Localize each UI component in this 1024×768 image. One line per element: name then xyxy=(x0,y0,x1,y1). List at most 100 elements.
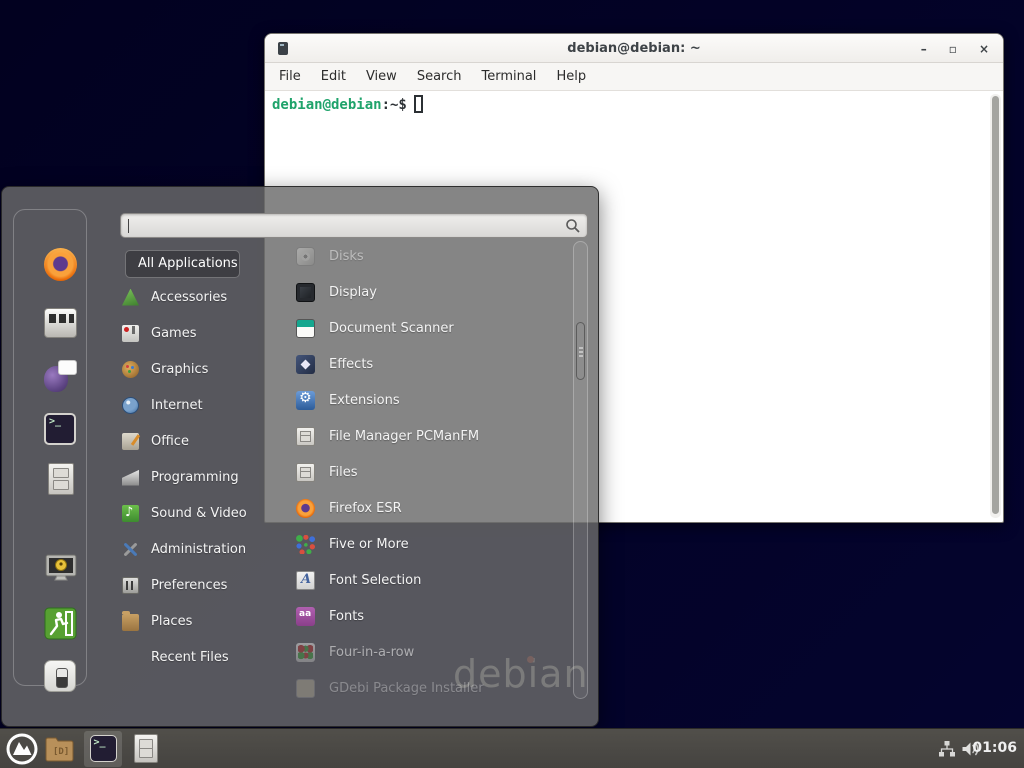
taskbar-terminal-window-button[interactable] xyxy=(84,731,122,767)
file-manager-launcher[interactable]: [D] xyxy=(44,735,75,763)
app-list-scrollbar-thumb[interactable] xyxy=(576,322,585,380)
maximize-button[interactable]: ▫ xyxy=(949,43,957,55)
shutdown-button[interactable] xyxy=(44,660,78,694)
graphics-icon xyxy=(122,361,139,378)
app-item-five-or-more[interactable]: Five or More xyxy=(288,526,572,562)
app-item-display[interactable]: Display xyxy=(288,274,572,310)
app-item-label: GDebi Package Installer xyxy=(329,681,484,696)
network-tray-icon[interactable] xyxy=(938,740,956,758)
lock-screen-icon xyxy=(44,554,78,582)
app-item-four-in-a-row[interactable]: Four-in-a-row xyxy=(288,634,572,670)
app-item-effects[interactable]: Effects xyxy=(288,346,572,382)
application-menu: All Applications AccessoriesGamesGraphic… xyxy=(1,186,599,727)
app-item-document-scanner[interactable]: Document Scanner xyxy=(288,310,572,346)
category-label: Sound & Video xyxy=(151,506,247,521)
favorite-firefox-button[interactable] xyxy=(44,248,78,282)
minimize-button[interactable]: – xyxy=(921,43,927,55)
app-item-label: Firefox ESR xyxy=(329,501,402,516)
app-item-files[interactable]: Files xyxy=(288,454,572,490)
app-item-label: Document Scanner xyxy=(329,321,454,336)
category-accessories[interactable]: Accessories xyxy=(122,279,272,315)
app-item-font-selection[interactable]: Font Selection xyxy=(288,562,572,598)
lock-screen-button[interactable] xyxy=(44,554,78,588)
favorite-mixer-button[interactable] xyxy=(44,306,78,340)
file-cabinet-icon xyxy=(48,463,74,495)
file-cabinet-icon xyxy=(296,463,315,482)
terminal-menu-view[interactable]: View xyxy=(356,63,407,91)
menu-logo-icon xyxy=(6,733,38,765)
clock[interactable]: 01:06 xyxy=(972,740,1017,756)
disks-icon xyxy=(296,247,315,266)
prompt-user-host: debian@debian xyxy=(272,97,382,113)
terminal-menu-search[interactable]: Search xyxy=(407,63,472,91)
four-in-a-row-icon xyxy=(296,643,315,662)
search-box[interactable] xyxy=(120,213,588,238)
terminal-icon xyxy=(90,735,117,762)
accessories-icon xyxy=(122,289,139,306)
logout-icon xyxy=(44,607,77,640)
category-administration[interactable]: Administration xyxy=(122,531,272,567)
favorites-panel xyxy=(13,209,87,686)
terminal-prompt: debian@debian:~$ xyxy=(272,95,423,113)
app-item-extensions[interactable]: Extensions xyxy=(288,382,572,418)
app-item-disks[interactable]: Disks xyxy=(288,238,572,274)
category-programming[interactable]: Programming xyxy=(122,459,272,495)
category-internet[interactable]: Internet xyxy=(122,387,272,423)
search-input[interactable] xyxy=(121,214,587,237)
app-item-label: Five or More xyxy=(329,537,409,552)
text-cursor xyxy=(128,219,129,233)
app-item-label: Four-in-a-row xyxy=(329,645,414,660)
category-label: Recent Files xyxy=(151,650,229,665)
app-item-label: Files xyxy=(329,465,358,480)
application-list: Disks Display Document Scanner Effects Exten… xyxy=(288,238,572,706)
app-item-gdebi-package-installer[interactable]: GDebi Package Installer xyxy=(288,670,572,706)
extensions-icon xyxy=(296,391,315,410)
app-item-label: Extensions xyxy=(329,393,400,408)
app-item-label: Fonts xyxy=(329,609,364,624)
category-graphics[interactable]: Graphics xyxy=(122,351,272,387)
five-or-more-icon xyxy=(296,535,315,554)
desktop: { "wallpaper": { "watermark": "debian" }… xyxy=(0,0,1024,768)
file-cabinet-icon xyxy=(134,734,158,763)
search-icon xyxy=(565,218,581,234)
menu-button[interactable] xyxy=(6,733,38,765)
games-icon xyxy=(122,325,139,342)
category-preferences[interactable]: Preferences xyxy=(122,567,272,603)
app-item-label: Display xyxy=(329,285,377,300)
terminal-scrollbar-thumb[interactable] xyxy=(992,96,999,514)
firefox-icon xyxy=(44,248,77,281)
terminal-menu-help[interactable]: Help xyxy=(546,63,596,91)
category-list: AccessoriesGamesGraphicsInternetOffice Pr… xyxy=(122,279,272,675)
app-item-fonts[interactable]: Fonts xyxy=(288,598,572,634)
app-list-scrollbar[interactable] xyxy=(573,241,588,699)
terminal-titlebar[interactable]: debian@debian: ~ – ▫ × xyxy=(265,34,1003,63)
terminal-menu-file[interactable]: File xyxy=(269,63,311,91)
category-games[interactable]: Games xyxy=(122,315,272,351)
terminal-menu-terminal[interactable]: Terminal xyxy=(471,63,546,91)
programming-icon xyxy=(122,469,139,486)
favorite-pidgin-button[interactable] xyxy=(44,360,78,394)
internet-icon xyxy=(122,397,139,414)
preferences-icon xyxy=(122,577,139,594)
category-office[interactable]: Office xyxy=(122,423,272,459)
category-recent-files[interactable]: Recent Files xyxy=(122,639,272,675)
logout-button[interactable] xyxy=(44,607,78,641)
terminal-app-icon xyxy=(278,42,288,55)
gdebi-icon xyxy=(296,679,315,698)
category-places[interactable]: Places xyxy=(122,603,272,639)
file-cabinet-icon xyxy=(296,427,315,446)
filter-all-applications[interactable]: All Applications xyxy=(125,250,240,278)
app-item-firefox-esr[interactable]: Firefox ESR xyxy=(288,490,572,526)
app-item-file-manager-pcmanfm[interactable]: File Manager PCManFM xyxy=(288,418,572,454)
terminal-icon xyxy=(44,413,76,445)
favorite-terminal-button[interactable] xyxy=(44,413,78,447)
sound-video-icon xyxy=(122,505,139,522)
category-sound-video[interactable]: Sound & Video xyxy=(122,495,272,531)
files-launcher[interactable] xyxy=(134,734,158,763)
favorite-file-manager-button[interactable] xyxy=(44,463,78,497)
terminal-scrollbar[interactable] xyxy=(990,94,1001,518)
category-label: Programming xyxy=(151,470,239,485)
close-button[interactable]: × xyxy=(979,43,989,55)
terminal-menu-edit[interactable]: Edit xyxy=(311,63,356,91)
app-item-label: Disks xyxy=(329,249,364,264)
